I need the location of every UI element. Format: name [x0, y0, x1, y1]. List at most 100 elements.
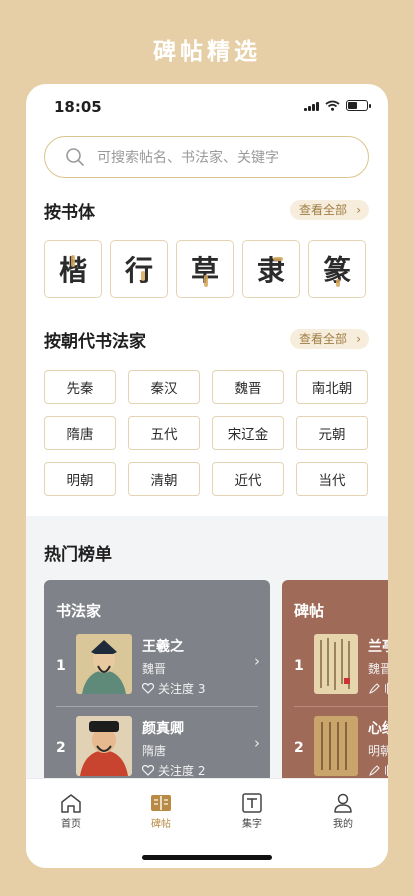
dynasty-section-header: 按朝代书法家 查看全部 ›	[44, 327, 369, 352]
heart-icon	[142, 765, 154, 776]
see-all-label: 查看全部	[298, 203, 347, 217]
section-title: 按朝代书法家	[44, 332, 146, 352]
row-divider	[294, 706, 388, 707]
heart-icon	[142, 683, 154, 694]
calligrapher-name: 王羲之	[142, 639, 184, 655]
practice-count: 临	[368, 680, 388, 697]
follow-count: 关注度 3	[142, 680, 205, 697]
rank-number: 2	[56, 740, 66, 756]
follow-text: 关注度 2	[158, 764, 206, 778]
search-icon	[66, 148, 84, 166]
status-bar: 18:05	[54, 98, 371, 116]
chevron-right-icon: ›	[356, 203, 361, 217]
search-input[interactable]: 可搜索帖名、书法家、关键字	[97, 147, 279, 167]
follow-count: 关注度 2	[142, 762, 205, 779]
card-title: 碑帖	[294, 602, 325, 620]
dynasty-button[interactable]: 明朝	[44, 462, 116, 496]
dynasty-grid: 先秦 秦汉 魏晋 南北朝 隋唐 五代 宋辽金 元朝 明朝 清朝 近代 当代	[44, 370, 368, 496]
see-all-button[interactable]: 查看全部 ›	[289, 200, 369, 220]
brush-icon	[369, 682, 380, 694]
rank-number: 1	[56, 658, 66, 674]
brush-accent	[273, 257, 283, 261]
chevron-right-icon: ›	[356, 332, 361, 346]
hot-list-section: 热门榜单 书法家 1 王羲之 魏晋 关注度 3 › 2 颜真卿 隋唐 关注度 2…	[26, 516, 388, 790]
dynasty-button[interactable]: 五代	[128, 416, 200, 450]
rank-number: 1	[294, 658, 304, 674]
dynasty-button[interactable]: 元朝	[296, 416, 368, 450]
work-name: 兰亭	[368, 639, 388, 655]
section-title: 热门榜单	[44, 545, 112, 565]
dynasty-button[interactable]: 秦汉	[128, 370, 200, 404]
brush-accent	[141, 271, 145, 281]
dynasty-button[interactable]: 当代	[296, 462, 368, 496]
user-icon	[334, 793, 352, 813]
ranking-row[interactable]: 1 王羲之 魏晋 关注度 3 ›	[44, 634, 270, 700]
script-card[interactable]: 隶	[242, 240, 300, 298]
calligrapher-ranking-card: 书法家 1 王羲之 魏晋 关注度 3 › 2 颜真卿 隋唐 关注度 2 ›	[44, 580, 270, 790]
rubbing-image	[314, 716, 358, 776]
ranking-row[interactable]: 2 颜真卿 隋唐 关注度 2 ›	[44, 716, 270, 782]
dynasty-button[interactable]: 隋唐	[44, 416, 116, 450]
tab-label: 集字	[242, 819, 262, 830]
practice-text: 临	[384, 762, 388, 779]
dynasty-button[interactable]: 清朝	[128, 462, 200, 496]
ranking-row[interactable]: 1 兰亭 魏晋	[282, 634, 388, 700]
practice-count: 临	[368, 762, 388, 779]
rank-number: 2	[294, 740, 304, 756]
phone-screen: 18:05 可搜索帖名、书法家、关键字 按书体 查看全部 › 楷 行 草 隶 篆…	[26, 84, 388, 868]
tab-works[interactable]: 碑帖	[131, 793, 191, 830]
dynasty-button[interactable]: 宋辽金	[212, 416, 284, 450]
brush-icon	[369, 764, 380, 776]
dynasty-button[interactable]: 近代	[212, 462, 284, 496]
tab-home[interactable]: 首页	[41, 793, 101, 830]
see-all-button[interactable]: 查看全部 ›	[289, 329, 369, 349]
rubbing-image	[314, 634, 358, 694]
home-icon	[61, 794, 81, 813]
script-card[interactable]: 草	[176, 240, 234, 298]
banner-title: 碑帖精选	[153, 39, 261, 65]
brush-accent	[336, 279, 340, 287]
card-title: 书法家	[56, 602, 102, 620]
follow-text: 关注度 3	[158, 682, 206, 696]
home-indicator	[142, 855, 272, 860]
script-char: 隶	[256, 254, 285, 287]
works-ranking-card: 碑帖 1 兰亭 魏晋	[282, 580, 388, 790]
tab-bar: 首页 碑帖 集字 我的	[26, 778, 388, 868]
status-time: 18:05	[54, 98, 102, 116]
tab-label: 首页	[61, 819, 81, 830]
row-divider	[56, 706, 258, 707]
portrait-image	[76, 716, 132, 776]
tab-collect-chars[interactable]: 集字	[222, 793, 282, 830]
dynasty-button[interactable]: 魏晋	[212, 370, 284, 404]
practice-text: 临	[384, 680, 388, 697]
search-box[interactable]: 可搜索帖名、书法家、关键字	[44, 136, 369, 178]
section-title: 按书体	[44, 203, 95, 223]
battery-icon	[346, 100, 371, 111]
dynasty-button[interactable]: 先秦	[44, 370, 116, 404]
dynasty-label: 明朝	[368, 744, 388, 758]
chevron-right-icon: ›	[254, 734, 260, 752]
brush-accent	[204, 275, 208, 287]
wifi-icon	[325, 100, 340, 111]
script-card[interactable]: 楷	[44, 240, 102, 298]
script-char: 行	[124, 254, 153, 287]
book-icon	[151, 795, 171, 811]
calligrapher-name: 颜真卿	[142, 721, 184, 737]
ranking-row[interactable]: 2 心经 明朝 临	[282, 716, 388, 782]
script-card[interactable]: 篆	[308, 240, 366, 298]
chevron-right-icon: ›	[254, 652, 260, 670]
script-list: 楷 行 草 隶 篆	[44, 240, 366, 298]
see-all-label: 查看全部	[298, 332, 347, 346]
tab-label: 我的	[333, 819, 353, 830]
status-icons	[304, 100, 371, 111]
dynasty-button[interactable]: 南北朝	[296, 370, 368, 404]
cellular-signal-icon	[304, 101, 319, 111]
script-card[interactable]: 行	[110, 240, 168, 298]
tab-profile[interactable]: 我的	[313, 793, 373, 830]
portrait-image	[76, 634, 132, 694]
dynasty-label: 魏晋	[142, 662, 167, 676]
brush-accent	[71, 255, 75, 267]
dynasty-label: 魏晋	[368, 662, 388, 676]
dynasty-label: 隋唐	[142, 744, 167, 758]
tab-label: 碑帖	[151, 819, 171, 830]
